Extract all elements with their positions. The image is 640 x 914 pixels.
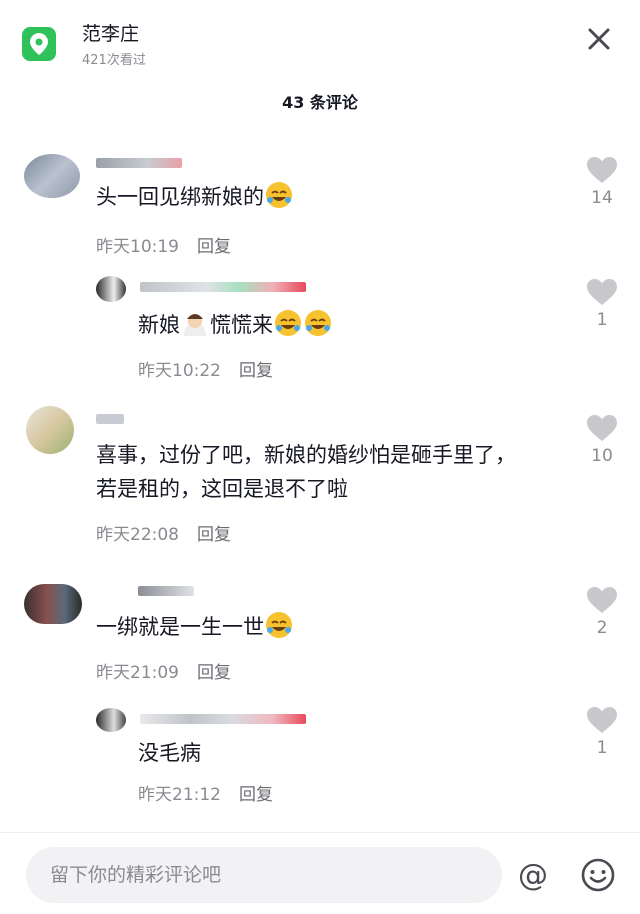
reply-item: 新娘 慌慌来 昨天10:22 回复 1 <box>0 276 640 386</box>
comment-text: 新娘 慌慌来 <box>138 308 333 342</box>
avatar[interactable] <box>96 276 126 302</box>
like-count: 2 <box>596 618 608 638</box>
avatar[interactable] <box>24 584 82 624</box>
rofl-emoji <box>264 610 294 640</box>
like-count: 10 <box>591 446 613 466</box>
reply-button[interactable]: 回复 <box>197 525 231 545</box>
heart-icon[interactable] <box>586 706 618 734</box>
comment-count: 43 条评论 <box>282 93 358 112</box>
reply-button[interactable]: 回复 <box>197 663 231 683</box>
comment-input-bar: @ <box>0 832 640 914</box>
comment-text: 没毛病 <box>138 741 201 765</box>
comment-time: 昨天22:08 <box>96 525 179 545</box>
comment-input-container[interactable] <box>26 847 502 903</box>
comment-time: 昨天21:12 <box>138 785 221 805</box>
like-button[interactable]: 1 <box>584 706 620 758</box>
like-button[interactable]: 14 <box>584 156 620 208</box>
comment-input[interactable] <box>50 847 480 903</box>
username-redacted[interactable] <box>96 158 182 168</box>
comment-text: 喜事，过份了吧，新娘的婚纱怕是砸手里了， 若是租的，这回是退不了啦 <box>96 443 516 501</box>
close-icon[interactable] <box>582 22 616 56</box>
rofl-emoji <box>303 308 333 338</box>
like-count: 14 <box>591 188 613 208</box>
like-button[interactable]: 2 <box>584 586 620 638</box>
comment-meta: 昨天21:09 回复 <box>96 658 231 683</box>
avatar[interactable] <box>24 154 80 198</box>
heart-icon[interactable] <box>586 156 618 184</box>
at-icon[interactable]: @ <box>516 859 550 893</box>
bride-emoji <box>180 308 210 338</box>
comment-text: 一绑就是一生一世 <box>96 610 294 644</box>
like-button[interactable]: 1 <box>584 278 620 330</box>
avatar[interactable] <box>96 708 126 732</box>
heart-icon[interactable] <box>586 414 618 442</box>
username-redacted[interactable] <box>140 714 306 724</box>
like-count: 1 <box>596 310 608 330</box>
heart-icon[interactable] <box>586 278 618 306</box>
location-pin-icon[interactable] <box>22 27 56 61</box>
comment-time: 昨天10:19 <box>96 237 179 257</box>
reply-button[interactable]: 回复 <box>239 361 273 381</box>
comment-item: 喜事，过份了吧，新娘的婚纱怕是砸手里了， 若是租的，这回是退不了啦 昨天22:08… <box>0 402 640 552</box>
rofl-emoji <box>264 180 294 210</box>
view-count: 421次看过 <box>82 53 146 68</box>
comment-time: 昨天10:22 <box>138 361 221 381</box>
avatar[interactable] <box>26 406 74 454</box>
smile-icon[interactable] <box>580 857 616 893</box>
reply-button[interactable]: 回复 <box>197 237 231 257</box>
reply-item: 没毛病 昨天21:12 回复 1 <box>0 706 640 816</box>
comment-meta: 昨天10:22 回复 <box>138 356 273 381</box>
comment-text: 头一回见绑新娘的 <box>96 180 294 214</box>
header: 范李庄 421次看过 <box>0 0 640 80</box>
comment-time: 昨天21:09 <box>96 663 179 683</box>
location-title[interactable]: 范李庄 <box>82 19 139 46</box>
heart-icon[interactable] <box>586 586 618 614</box>
rofl-emoji <box>273 308 303 338</box>
like-count: 1 <box>596 738 608 758</box>
username-redacted[interactable] <box>96 414 124 424</box>
comment-item: 一绑就是一生一世 昨天21:09 回复 2 <box>0 580 640 690</box>
comment-meta: 昨天22:08 回复 <box>96 520 231 545</box>
username-redacted[interactable] <box>138 586 194 596</box>
comment-item: 头一回见绑新娘的 昨天10:19 回复 14 <box>0 150 640 260</box>
comment-meta: 昨天10:19 回复 <box>96 232 231 257</box>
reply-button[interactable]: 回复 <box>239 785 273 805</box>
comment-meta: 昨天21:12 回复 <box>138 780 273 805</box>
like-button[interactable]: 10 <box>584 414 620 466</box>
username-redacted[interactable] <box>140 282 306 292</box>
